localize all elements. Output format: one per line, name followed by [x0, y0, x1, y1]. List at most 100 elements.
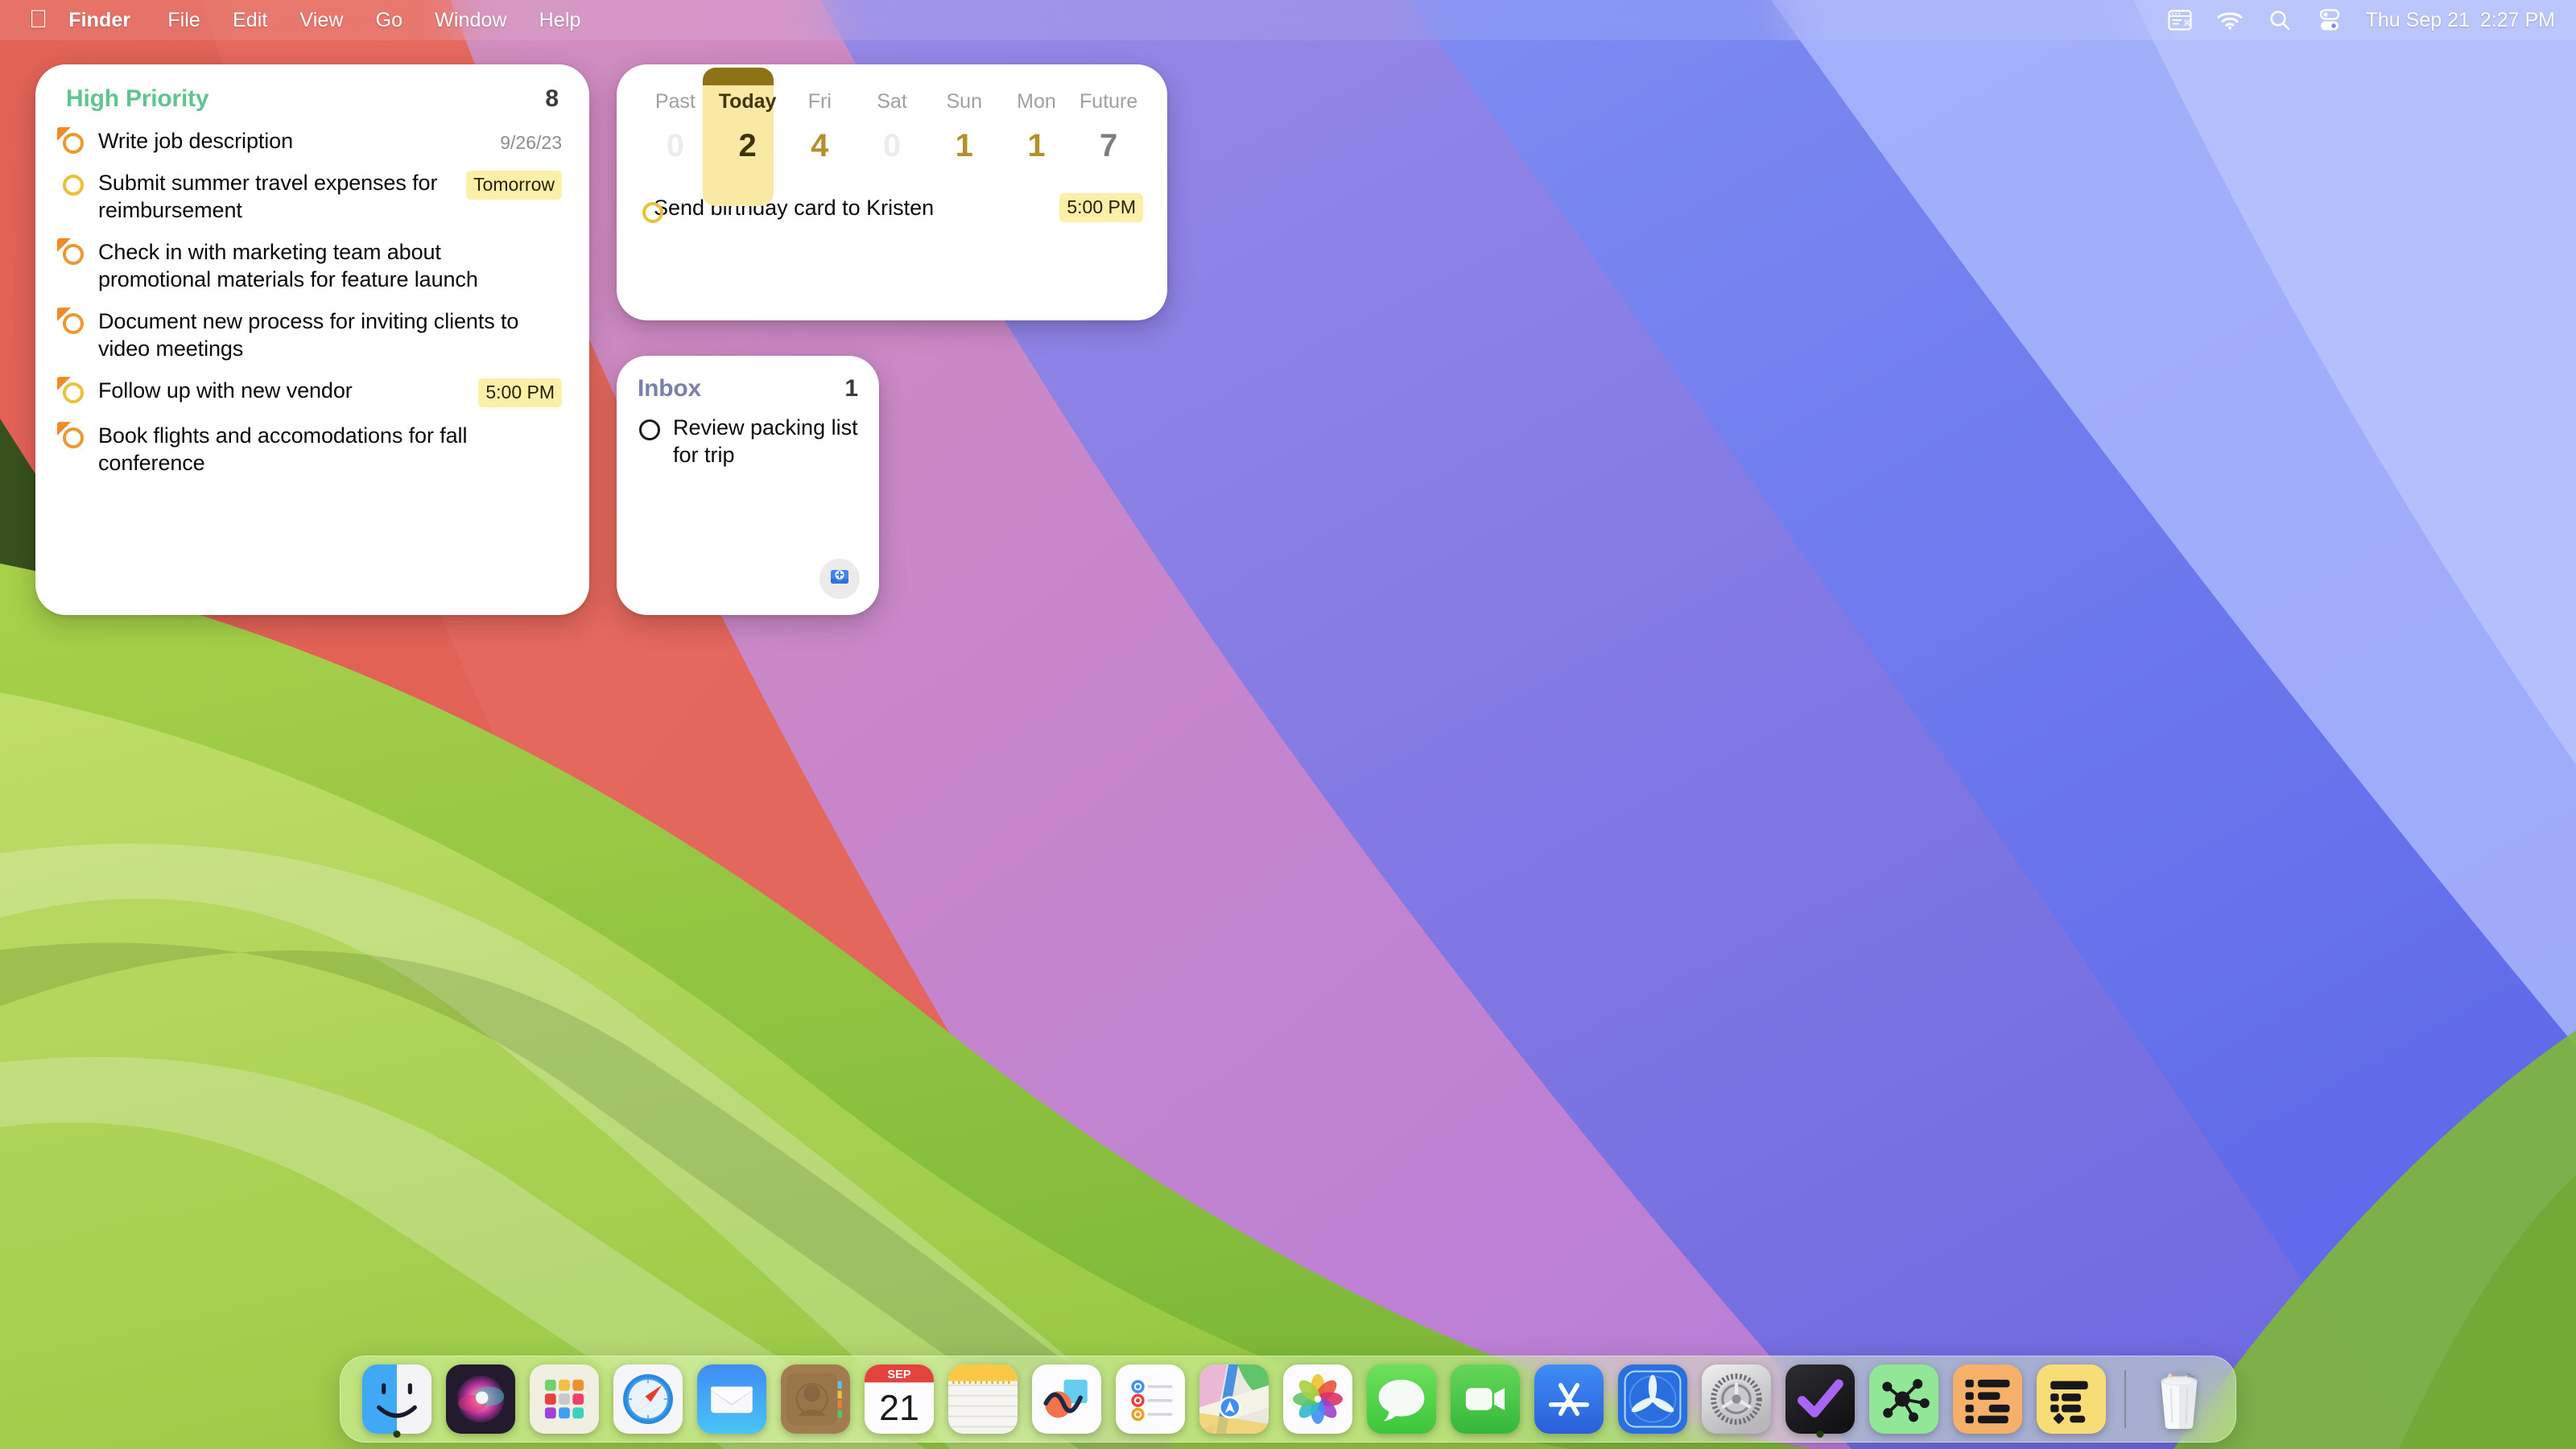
task-checkbox[interactable]: [61, 169, 98, 196]
dock-item-messages[interactable]: [1360, 1356, 1443, 1443]
menu-item-finder[interactable]: Finder: [65, 9, 151, 32]
forecast-column-mon[interactable]: Mon 1: [1001, 79, 1073, 164]
task-row[interactable]: Check in with marketing team about promo…: [57, 230, 562, 299]
menu-item-edit[interactable]: Edit: [217, 9, 283, 32]
apple-menu-icon[interactable]: : [24, 6, 65, 35]
widget-header: Inbox 1: [617, 356, 879, 404]
dock-item-app-store[interactable]: [1527, 1356, 1611, 1443]
task-row[interactable]: Submit summer travel expenses for reimbu…: [61, 161, 562, 230]
spotlight-search-icon[interactable]: [2255, 0, 2305, 40]
svg-text:21: 21: [879, 1389, 919, 1428]
menu-item-file[interactable]: File: [151, 9, 217, 32]
menu-bar:  Finder File Edit View Go Window Help ⌘: [0, 0, 2576, 40]
dock-item-facetime[interactable]: [1443, 1356, 1527, 1443]
dock: SEP 21: [340, 1356, 2236, 1443]
task-title: Check in with marketing team about promo…: [98, 240, 478, 292]
task-list: Write job description 9/26/23 Submit sum…: [35, 116, 589, 483]
menu-item-go[interactable]: Go: [360, 9, 419, 32]
widget-high-priority[interactable]: High Priority 8 Write job description 9/…: [35, 64, 589, 615]
forecast-strip: Past 0 Today 2 Fri 4 Sat 0 Sun 1 Mon 1 F…: [617, 64, 1167, 206]
menu-item-help[interactable]: Help: [523, 9, 597, 32]
widget-count: 8: [545, 85, 559, 112]
forecast-column-sat[interactable]: Sat 0: [856, 79, 928, 164]
forecast-label: Future: [1080, 90, 1138, 113]
widget-title: High Priority: [66, 85, 209, 112]
task-checkbox[interactable]: [641, 200, 663, 223]
forecast-column-fri[interactable]: Fri 4: [783, 79, 856, 164]
wifi-icon[interactable]: [2205, 0, 2255, 40]
dock-item-keynote[interactable]: [1611, 1356, 1695, 1443]
task-checkbox[interactable]: [638, 418, 662, 442]
dock-item-trash[interactable]: [2137, 1356, 2221, 1443]
task-title: Submit summer travel expenses for reimbu…: [98, 171, 438, 223]
forecast-label: Today: [718, 90, 777, 113]
dock-item-omnifocus[interactable]: [1778, 1356, 1862, 1443]
task-row[interactable]: Follow up with new vendor 5:00 PM: [57, 369, 562, 414]
forecast-count: 1: [1027, 128, 1046, 163]
task-due-badge: 5:00 PM: [478, 378, 562, 408]
dock-divider: [2124, 1370, 2126, 1428]
forecast-count: 1: [955, 128, 973, 163]
task-checkbox[interactable]: [57, 308, 98, 335]
task-title: Write job description: [98, 129, 294, 153]
forecast-label: Fri: [807, 90, 832, 113]
task-checkbox[interactable]: [57, 127, 98, 154]
task-checkbox[interactable]: [57, 238, 98, 266]
widget-inbox[interactable]: Inbox 1 Review packing list for trip: [617, 356, 879, 615]
menu-bar-status-area: ⌘ Thu Sep 21 2:27 PM: [2155, 0, 2555, 40]
dock-item-calendar[interactable]: SEP 21: [857, 1356, 941, 1443]
forecast-count: 0: [666, 128, 684, 163]
svg-text:⌘: ⌘: [2183, 19, 2191, 28]
dock-item-omnigraffle[interactable]: [1862, 1356, 1946, 1443]
dock-item-photos[interactable]: [1276, 1356, 1360, 1443]
forecast-count: 0: [882, 128, 902, 163]
dock-item-omniplan[interactable]: [1946, 1356, 2029, 1443]
widget-count: 1: [844, 375, 858, 402]
dock-item-freeform[interactable]: [1025, 1356, 1108, 1443]
dock-item-omnioutliner[interactable]: [2029, 1356, 2113, 1443]
dock-item-notes[interactable]: [941, 1356, 1025, 1443]
inbox-add-button[interactable]: [819, 559, 860, 599]
task-checkbox[interactable]: [57, 422, 98, 449]
forecast-count: 7: [1100, 128, 1118, 163]
task-title: Book flights and accomodations for fall …: [98, 423, 468, 476]
forecast-column-past[interactable]: Past 0: [639, 79, 712, 164]
dock-item-safari[interactable]: [606, 1356, 690, 1443]
task-row[interactable]: Write job description 9/26/23: [57, 119, 562, 161]
task-row[interactable]: Send birthday card to Kristen 5:00 PM: [617, 193, 1167, 223]
forecast-column-future[interactable]: Future 7: [1072, 79, 1145, 164]
task-row[interactable]: Document new process for inviting client…: [57, 299, 562, 369]
menu-item-view[interactable]: View: [283, 9, 359, 32]
task-row[interactable]: Book flights and accomodations for fall …: [57, 414, 562, 483]
forecast-label: Mon: [1017, 90, 1056, 113]
menu-bar-left:  Finder File Edit View Go Window Help: [24, 6, 597, 35]
forecast-count: 4: [811, 128, 829, 163]
menu-item-window[interactable]: Window: [419, 9, 523, 32]
task-title: Review packing list for trip: [673, 415, 858, 468]
widget-forecast[interactable]: Past 0 Today 2 Fri 4 Sat 0 Sun 1 Mon 1 F…: [617, 64, 1167, 320]
task-title: Document new process for inviting client…: [98, 309, 519, 361]
control-center-icon[interactable]: [2305, 0, 2355, 40]
keyboard-shortcuts-icon[interactable]: ⌘: [2155, 0, 2205, 40]
inbox-add-icon: [828, 565, 852, 593]
dock-item-reminders[interactable]: [1108, 1356, 1192, 1443]
task-due-badge: Tomorrow: [466, 171, 562, 200]
dock-item-finder[interactable]: [355, 1356, 439, 1443]
forecast-column-today[interactable]: Today 2: [712, 79, 784, 164]
task-list: Review packing list for trip: [617, 404, 879, 473]
task-title: Follow up with new vendor: [98, 378, 353, 403]
clock-time: 2:27 PM: [2479, 8, 2555, 31]
dock-item-maps[interactable]: [1192, 1356, 1276, 1443]
forecast-label: Sun: [946, 90, 982, 113]
task-due-badge: 5:00 PM: [1059, 193, 1143, 222]
forecast-column-sun[interactable]: Sun 1: [928, 79, 1001, 164]
task-checkbox[interactable]: [57, 377, 98, 404]
dock-item-contacts[interactable]: [774, 1356, 857, 1443]
dock-item-siri[interactable]: [439, 1356, 522, 1443]
dock-item-launchpad[interactable]: [522, 1356, 606, 1443]
dock-item-system-settings[interactable]: [1695, 1356, 1778, 1443]
svg-text:SEP: SEP: [887, 1368, 910, 1381]
task-row[interactable]: Review packing list for trip: [638, 409, 858, 473]
menu-bar-clock[interactable]: Thu Sep 21 2:27 PM: [2355, 9, 2555, 32]
dock-item-mail[interactable]: [690, 1356, 774, 1443]
